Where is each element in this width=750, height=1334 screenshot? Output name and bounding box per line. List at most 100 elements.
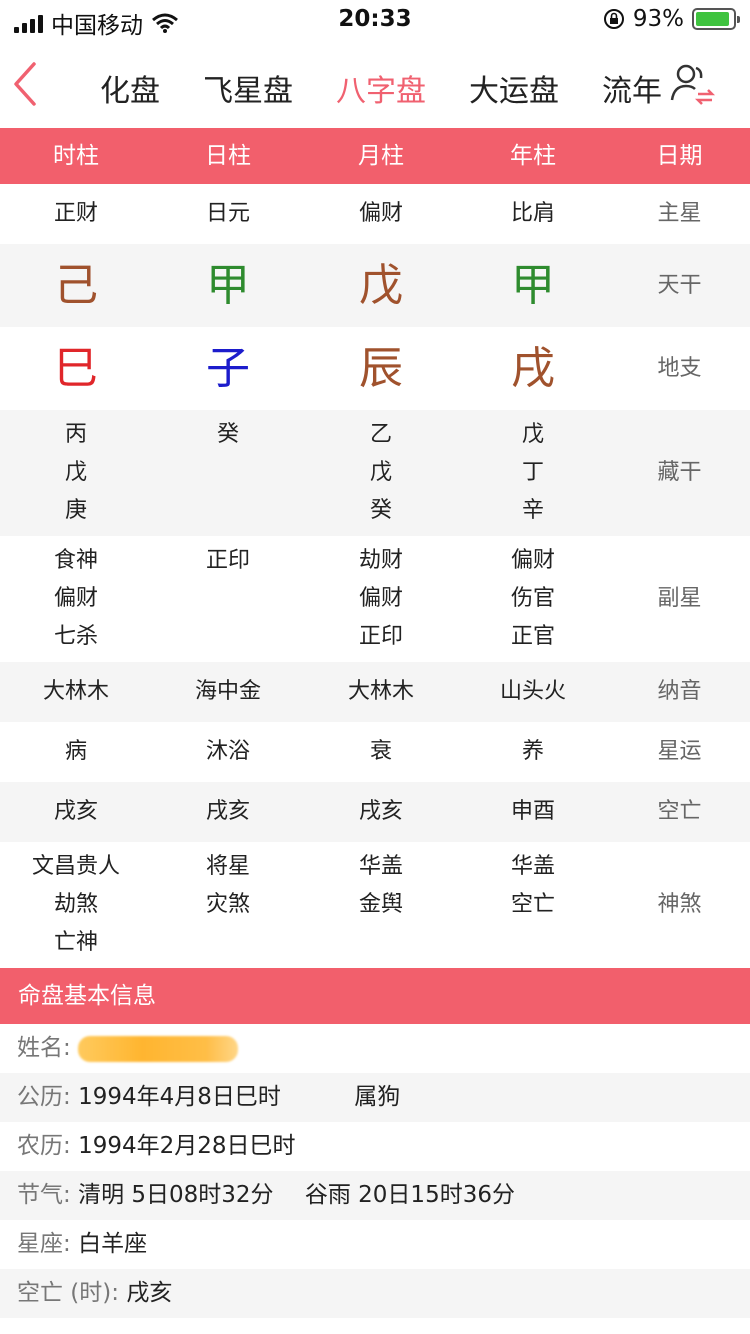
solar-label: 公历:: [17, 1084, 71, 1110]
hidden-stem: 戊: [64, 460, 87, 485]
shensha-item: 将星: [205, 854, 250, 879]
tab-da-yun-pan[interactable]: 大运盘: [469, 66, 559, 110]
main-star-label: 主星: [657, 201, 702, 226]
battery-fill: [696, 12, 730, 26]
tab-fei-xing-pan[interactable]: 飞星盘: [203, 66, 293, 110]
stem-label: 天干: [657, 273, 702, 298]
shensha-month: 华盖 金舆: [305, 848, 457, 924]
info-void-hour-row: 空亡 (时): 戌亥: [0, 1269, 750, 1318]
hidden-stem: 庚: [64, 498, 87, 523]
tab-hua-pan[interactable]: 化盘: [100, 66, 160, 110]
row-shensha: 文昌贵人 劫煞 亡神 将星 灾煞 华盖 金舆 华盖 空亡 神煞: [0, 842, 750, 968]
redacted-name: [78, 1035, 239, 1062]
void-hour: 戌亥: [53, 799, 98, 824]
branch-year: 戌: [511, 343, 555, 394]
chart-tabs: 化盘 飞星盘 八字盘 大运盘 流年: [100, 66, 705, 110]
shensha-item: 金舆: [358, 892, 403, 917]
stem-day: 甲: [206, 260, 250, 311]
hidden-stems-month: 乙 戊 癸: [305, 416, 457, 530]
tab-liu-nian[interactable]: 流年: [602, 66, 662, 110]
branch-hour: 巳: [54, 343, 98, 394]
header-hour-pillar: 时柱: [53, 143, 99, 169]
shensha-item: 华盖: [358, 854, 403, 879]
row-star-fortune: 病 沐浴 衰 养 星运: [0, 722, 750, 782]
hidden-stem: 癸: [369, 498, 392, 523]
row-nayin: 大林木 海中金 大林木 山头火 纳音: [0, 662, 750, 722]
constellation-value: 白羊座: [78, 1231, 148, 1257]
lunar-label: 农历:: [17, 1133, 71, 1159]
star-fortune-year: 养: [521, 739, 544, 764]
shensha-year: 华盖 空亡: [457, 848, 609, 924]
shensha-item: 文昌贵人: [31, 854, 120, 879]
name-label: 姓名:: [17, 1035, 71, 1061]
sub-star: 偏财: [53, 586, 98, 611]
main-star-hour: 正财: [53, 201, 98, 226]
void-month: 戌亥: [358, 799, 403, 824]
void-hour-label: 空亡 (时):: [17, 1280, 120, 1306]
star-fortune-month: 衰: [369, 739, 392, 764]
main-star-year: 比肩: [510, 201, 555, 226]
shensha-hour: 文昌贵人 劫煞 亡神: [0, 848, 152, 962]
shensha-item: 华盖: [510, 854, 555, 879]
hidden-stem: 乙: [369, 422, 392, 447]
info-constellation-row: 星座: 白羊座: [0, 1220, 750, 1269]
status-bar: 中国移动 20:33 93%: [0, 0, 750, 40]
row-sub-star: 食神 偏财 七杀 正印 劫财 偏财 正印 偏财 伤官 正官 副星: [0, 536, 750, 662]
sub-star: 正印: [205, 548, 250, 573]
tab-bazi-pan[interactable]: 八字盘: [336, 66, 426, 110]
switch-user-icon[interactable]: [668, 60, 718, 108]
battery-icon: [692, 8, 740, 30]
sub-star-month: 劫财 偏财 正印: [305, 542, 457, 656]
sub-star: 食神: [53, 548, 98, 573]
hidden-stems-year: 戊 丁 辛: [457, 416, 609, 530]
shensha-item: 亡神: [53, 930, 98, 955]
sub-star: 伤官: [510, 586, 555, 611]
hidden-stem: 丁: [521, 460, 544, 485]
stem-hour: 己: [54, 260, 98, 311]
nayin-hour: 大林木: [42, 679, 109, 704]
sub-star: 正官: [510, 624, 555, 649]
orientation-lock-icon: [603, 9, 624, 29]
solar-value: 1994年4月8日巳时: [78, 1084, 281, 1110]
header-year-pillar: 年柱: [510, 143, 556, 169]
sub-star: 偏财: [510, 548, 555, 573]
header-date: 日期: [656, 143, 703, 169]
stem-year: 甲: [511, 260, 555, 311]
back-arrow-icon[interactable]: [10, 60, 40, 108]
nayin-year: 山头火: [499, 679, 566, 704]
stem-month: 戊: [359, 260, 403, 311]
battery-percent: 93%: [632, 6, 684, 32]
zodiac-value: 属狗: [354, 1084, 401, 1110]
hidden-stems-label: 藏干: [657, 460, 702, 485]
sub-star-year: 偏财 伤官 正官: [457, 542, 609, 656]
void-hour-value: 戌亥: [126, 1280, 173, 1306]
shensha-label: 神煞: [657, 892, 702, 917]
hidden-stem: 戊: [521, 422, 544, 447]
nayin-day: 海中金: [194, 679, 261, 704]
sub-star-hour: 食神 偏财 七杀: [0, 542, 152, 656]
header-month-pillar: 月柱: [358, 143, 404, 169]
row-hidden-stems: 丙 戊 庚 癸 乙 戊 癸 戊 丁 辛 藏干: [0, 410, 750, 536]
solar-term-value-2: 谷雨 20日15时36分: [304, 1182, 515, 1208]
solar-term-value: 清明 5日08时32分: [78, 1182, 274, 1208]
table-header: 时柱 日柱 月柱 年柱 日期: [0, 128, 750, 184]
void-day: 戌亥: [205, 799, 250, 824]
nayin-month: 大林木: [347, 679, 414, 704]
branch-month: 辰: [359, 343, 403, 394]
void-year: 申酉: [510, 799, 555, 824]
hidden-stem: 癸: [216, 422, 239, 447]
shensha-item: 灾煞: [205, 892, 250, 917]
top-navigation: 化盘 飞星盘 八字盘 大运盘 流年: [0, 42, 750, 126]
hidden-stem: 丙: [64, 422, 87, 447]
hidden-stem: 戊: [369, 460, 392, 485]
sub-star: 七杀: [53, 624, 98, 649]
nayin-label: 纳音: [657, 679, 702, 704]
info-lunar-row: 农历: 1994年2月28日巳时: [0, 1122, 750, 1171]
constellation-label: 星座:: [17, 1231, 71, 1257]
sub-star: 正印: [358, 624, 403, 649]
row-heavenly-stem: 己 甲 戊 甲 天干: [0, 244, 750, 327]
info-solar-row: 公历: 1994年4月8日巳时 属狗: [0, 1073, 750, 1122]
shensha-item: 劫煞: [53, 892, 98, 917]
hidden-stems-day: 癸: [152, 416, 304, 454]
row-earthly-branch: 巳 子 辰 戌 地支: [0, 327, 750, 410]
